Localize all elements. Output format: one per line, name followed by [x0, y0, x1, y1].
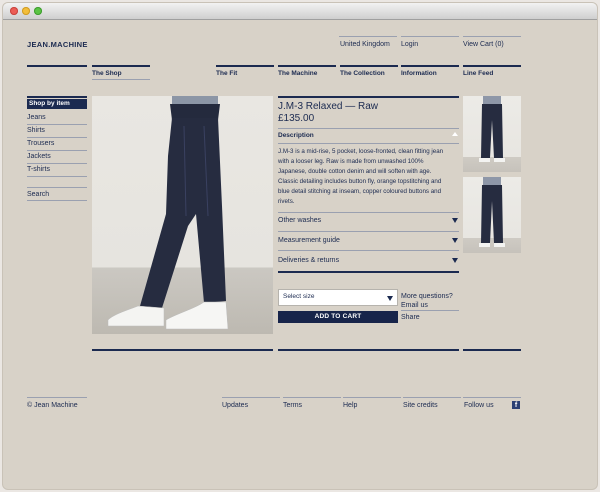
description-line: J.M-3 is a mid-rise, 5 pocket, loose-fro…: [278, 148, 444, 155]
active-nav-underline: [92, 79, 150, 80]
search-link[interactable]: Search: [27, 190, 49, 199]
window-titlebar: [3, 3, 597, 20]
nav-rule: [278, 65, 336, 67]
sidebar-item-shirts[interactable]: Shirts: [27, 126, 45, 135]
product-divider: [278, 250, 459, 251]
description-line: Japanese, double cotton denim and will s…: [278, 168, 432, 175]
thumbnail-front[interactable]: [463, 96, 521, 172]
footer-divider: [27, 397, 87, 398]
zoom-window-button[interactable]: [34, 7, 42, 15]
footer-divider: [463, 397, 521, 398]
nav-rule: [340, 65, 398, 67]
minimize-window-button[interactable]: [22, 7, 30, 15]
description-heading[interactable]: Description: [278, 131, 314, 140]
product-divider: [401, 310, 459, 311]
nav-item-information[interactable]: Information: [401, 69, 437, 78]
footer-divider: [283, 397, 341, 398]
share-link[interactable]: Share: [401, 313, 420, 322]
product-price: £135.00: [278, 113, 315, 124]
nav-rule: [401, 65, 459, 67]
copyright-text: © Jean Machine: [27, 402, 78, 409]
content-bottom-rule: [92, 349, 273, 351]
footer-link-terms[interactable]: Terms: [283, 401, 302, 410]
follow-us-label: Follow us: [464, 402, 494, 409]
nav-rule: [463, 65, 521, 67]
accordion-measurement-guide[interactable]: Measurement guide: [278, 236, 340, 245]
login-link[interactable]: Login: [401, 40, 418, 49]
add-to-cart-button[interactable]: ADD TO CART: [278, 311, 398, 323]
product-divider: [278, 231, 459, 232]
sidebar-divider: [27, 124, 87, 125]
region-selector[interactable]: United Kingdom: [340, 40, 390, 49]
description-line: rivets.: [278, 198, 295, 205]
sidebar-divider: [27, 200, 87, 201]
product-title: J.M-3 Relaxed — Raw: [278, 101, 379, 112]
triangle-down-icon: [387, 296, 393, 301]
triangle-down-icon[interactable]: [452, 258, 458, 263]
nav-item-the-shop[interactable]: The Shop: [92, 69, 122, 78]
thumbnail-image: [479, 96, 505, 162]
sidebar-divider: [27, 150, 87, 151]
right-shoe-shape: [165, 301, 229, 330]
nav-item-line-feed[interactable]: Line Feed: [463, 69, 493, 78]
description-line: with a looser leg. Raw is made from unwa…: [278, 158, 424, 165]
more-questions-label: More questions?: [401, 293, 453, 300]
product-divider: [278, 128, 459, 129]
nav-item-the-collection[interactable]: The Collection: [340, 69, 385, 78]
close-window-button[interactable]: [10, 7, 18, 15]
left-shoe-shape: [107, 305, 165, 327]
product-divider: [278, 212, 459, 213]
footer-divider: [222, 397, 280, 398]
accordion-other-washes[interactable]: Other washes: [278, 216, 321, 225]
nav-rule: [27, 65, 87, 67]
thumbnail-image: [479, 177, 505, 247]
product-top-rule: [278, 96, 459, 98]
nav-item-the-machine[interactable]: The Machine: [278, 69, 317, 78]
sidebar-heading[interactable]: Shop by item: [27, 99, 87, 109]
thumbnail-back[interactable]: [463, 177, 521, 253]
header-divider: [463, 36, 521, 37]
accordion-deliveries-returns[interactable]: Deliveries & returns: [278, 256, 339, 265]
triangle-up-icon[interactable]: [452, 132, 458, 136]
jeans-shape: [140, 118, 226, 308]
description-line: Classic detailing includes button fly, o…: [278, 178, 442, 185]
description-text: J.M-3 is a mid-rise, 5 pocket, loose-fro…: [278, 147, 458, 207]
sidebar-item-trousers[interactable]: Trousers: [27, 139, 54, 148]
footer-link-site-credits[interactable]: Site credits: [403, 401, 438, 410]
content-bottom-rule: [278, 349, 459, 351]
sidebar-item-t-shirts[interactable]: T-shirts: [27, 165, 50, 174]
product-divider: [278, 271, 459, 273]
footer-divider: [403, 397, 461, 398]
view-cart-link[interactable]: View Cart (0): [463, 40, 504, 49]
size-select[interactable]: Select size: [278, 289, 398, 306]
browser-window: JEAN.MACHINE United Kingdom Login View C…: [3, 3, 597, 489]
email-us-link[interactable]: Email us: [401, 301, 428, 310]
description-line: blue detail stitching at inseam, copper …: [278, 188, 442, 195]
header-divider: [339, 36, 397, 37]
sidebar-divider: [27, 176, 87, 177]
footer-link-help[interactable]: Help: [343, 401, 357, 410]
sidebar-divider: [27, 163, 87, 164]
footer-divider: [343, 397, 401, 398]
nav-rule: [92, 65, 150, 67]
sidebar-divider: [27, 187, 87, 188]
product-photo[interactable]: [92, 96, 273, 334]
footer-link-updates[interactable]: Updates: [222, 401, 248, 410]
product-divider: [278, 143, 459, 144]
sidebar-divider: [27, 137, 87, 138]
sidebar-item-jackets[interactable]: Jackets: [27, 152, 51, 161]
site-logo[interactable]: JEAN.MACHINE: [27, 40, 88, 49]
nav-rule: [216, 65, 274, 67]
sidebar-rule: [27, 96, 87, 98]
waistband-shape: [170, 104, 220, 120]
content-bottom-rule: [463, 349, 521, 351]
sidebar-item-jeans[interactable]: Jeans: [27, 113, 46, 122]
size-select-label: Select size: [283, 293, 315, 300]
triangle-down-icon[interactable]: [452, 218, 458, 223]
nav-item-the-fit[interactable]: The Fit: [216, 69, 237, 78]
triangle-down-icon[interactable]: [452, 238, 458, 243]
header-divider: [401, 36, 459, 37]
facebook-icon[interactable]: f: [512, 401, 520, 409]
model-in-jeans-image: [107, 96, 229, 330]
